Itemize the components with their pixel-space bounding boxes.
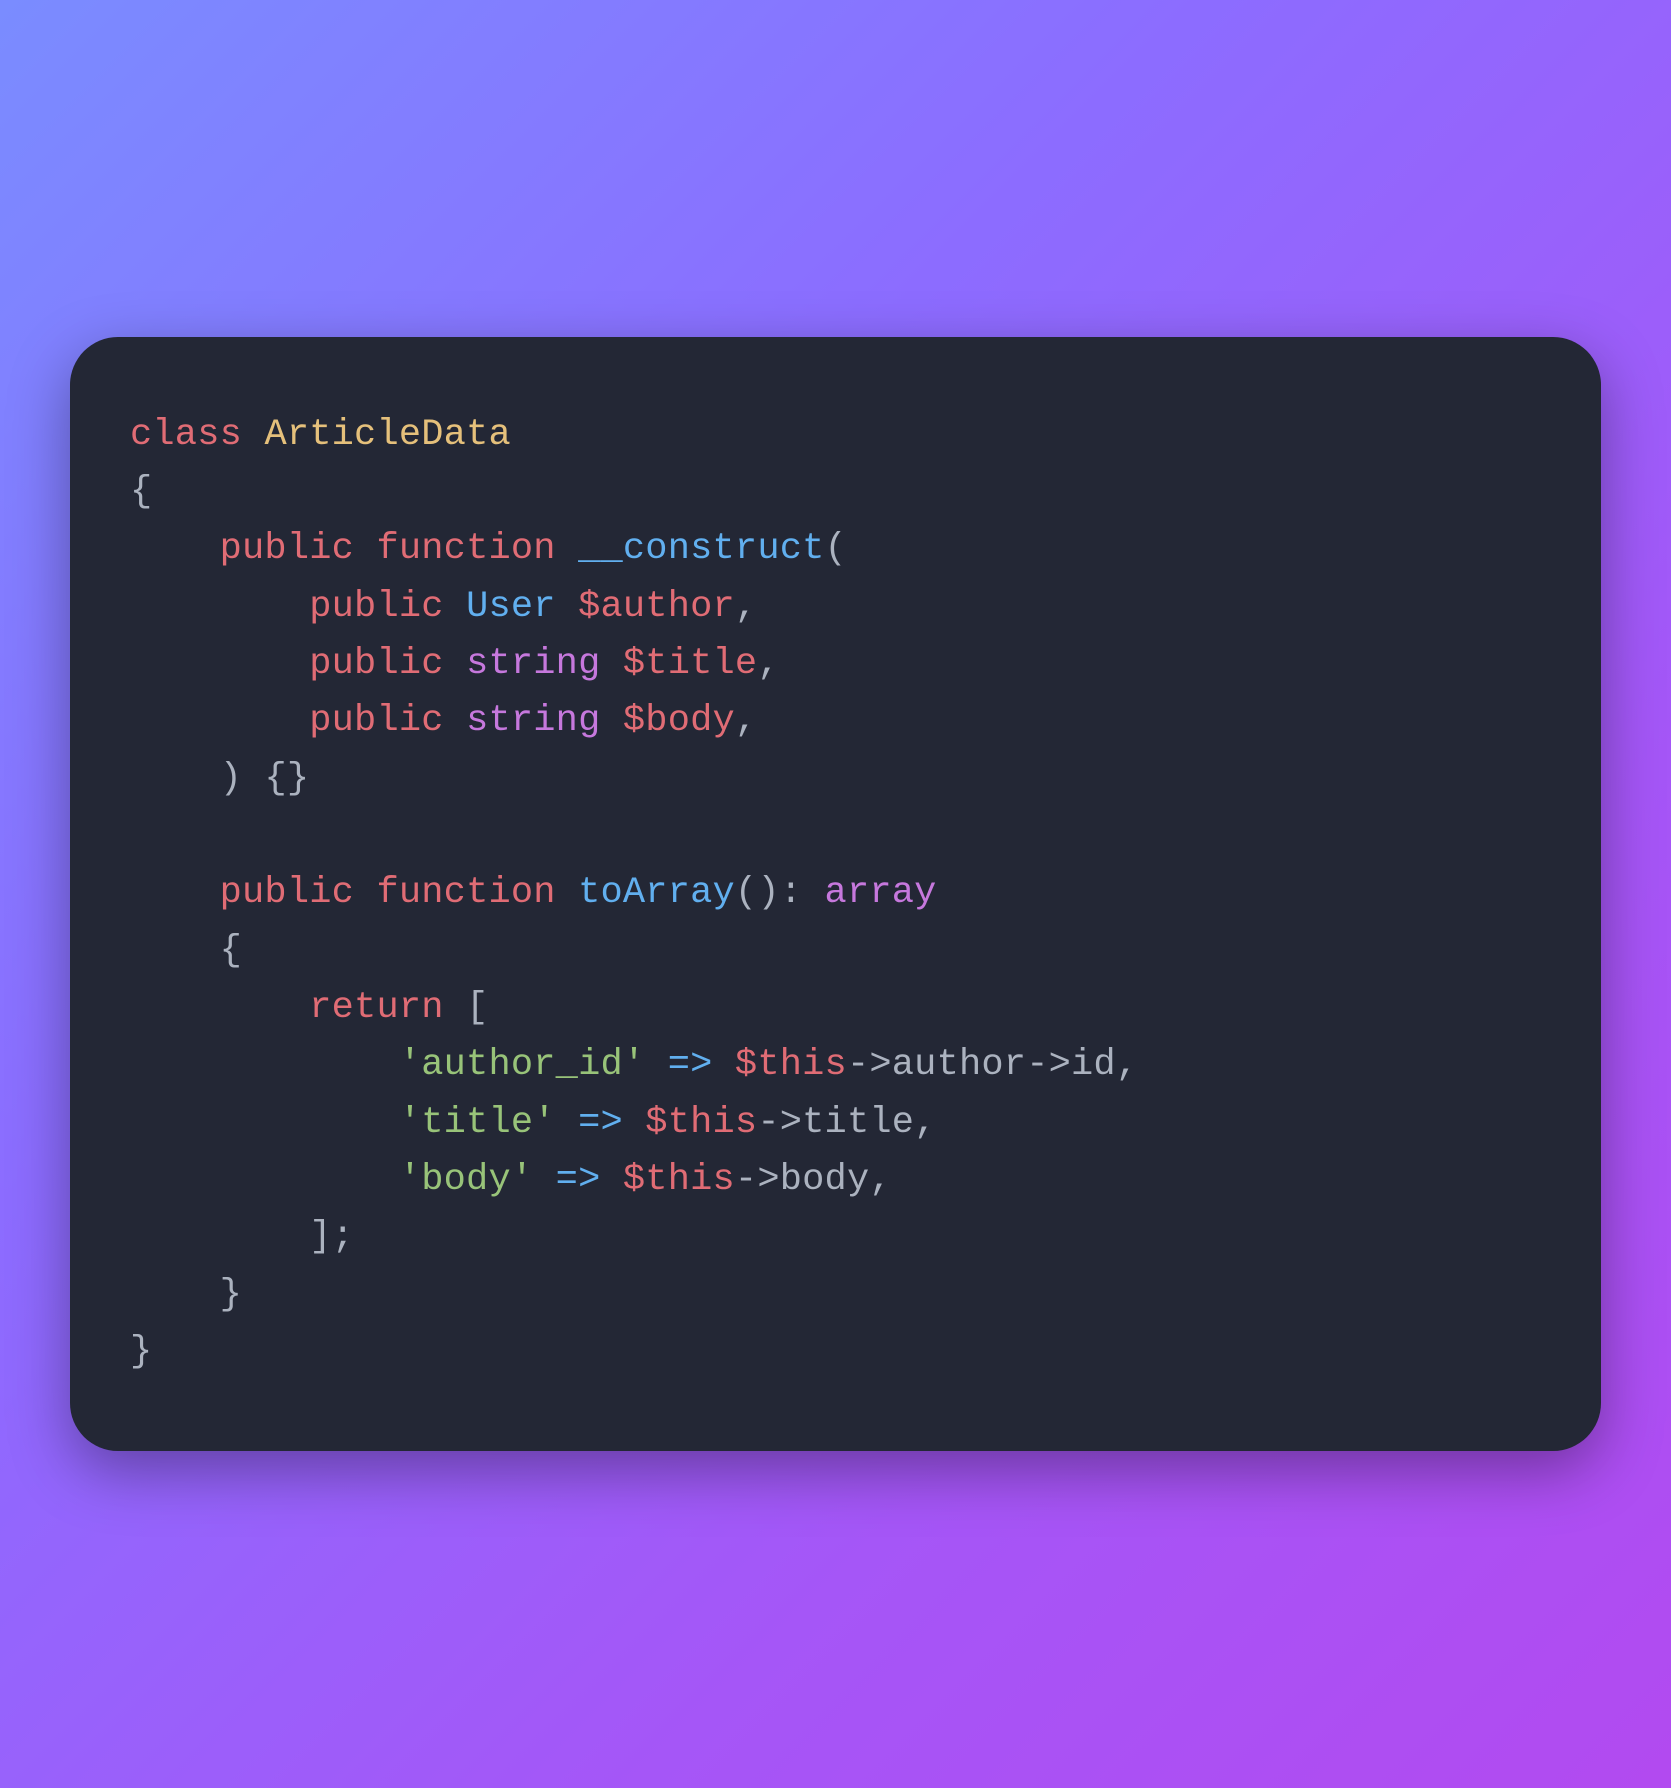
thin-arrow: ->: [847, 1044, 892, 1086]
type-user: User: [466, 586, 556, 628]
var-author: $author: [578, 586, 735, 628]
class-name: ArticleData: [264, 414, 510, 456]
keyword-return: return: [309, 987, 443, 1029]
type-string: string: [466, 700, 600, 742]
bracket-open: [: [466, 987, 488, 1029]
thin-arrow: ->: [757, 1102, 802, 1144]
function-name-construct: __construct: [578, 528, 824, 570]
prop-id: id: [1071, 1044, 1116, 1086]
comma: ,: [869, 1159, 891, 1201]
var-title: $title: [623, 643, 757, 685]
code-block: class ArticleData { public function __co…: [130, 407, 1541, 1382]
comma: ,: [914, 1102, 936, 1144]
string-title: 'title': [399, 1102, 556, 1144]
keyword-public: public: [309, 586, 443, 628]
semicolon: ;: [332, 1216, 354, 1258]
bracket-close: ]: [309, 1216, 331, 1258]
thin-arrow: ->: [1026, 1044, 1071, 1086]
comma: ,: [1116, 1044, 1138, 1086]
fat-arrow: =>: [578, 1102, 623, 1144]
paren-close: ): [220, 758, 242, 800]
prop-title: title: [802, 1102, 914, 1144]
var-this: $this: [645, 1102, 757, 1144]
comma: ,: [735, 586, 757, 628]
fat-arrow: =>: [668, 1044, 713, 1086]
keyword-public: public: [220, 528, 354, 570]
fat-arrow: =>: [556, 1159, 601, 1201]
comma: ,: [735, 700, 757, 742]
brace-open: {: [130, 471, 152, 513]
keyword-class: class: [130, 414, 242, 456]
string-author-id: 'author_id': [399, 1044, 645, 1086]
code-card: class ArticleData { public function __co…: [70, 337, 1601, 1452]
function-name-toarray: toArray: [578, 872, 735, 914]
prop-author: author: [892, 1044, 1026, 1086]
var-this: $this: [623, 1159, 735, 1201]
keyword-public: public: [220, 872, 354, 914]
type-string: string: [466, 643, 600, 685]
return-type-array: array: [825, 872, 937, 914]
keyword-function: function: [376, 528, 555, 570]
comma: ,: [757, 643, 779, 685]
brace-close: }: [130, 1331, 152, 1373]
string-body: 'body': [399, 1159, 533, 1201]
thin-arrow: ->: [735, 1159, 780, 1201]
brace-open: {: [220, 930, 242, 972]
parens-empty: (): [735, 872, 780, 914]
keyword-public: public: [309, 700, 443, 742]
keyword-public: public: [309, 643, 443, 685]
colon: :: [780, 872, 802, 914]
prop-body: body: [780, 1159, 870, 1201]
empty-braces: {}: [264, 758, 309, 800]
keyword-function: function: [376, 872, 555, 914]
var-body: $body: [623, 700, 735, 742]
var-this: $this: [735, 1044, 847, 1086]
paren-open: (: [825, 528, 847, 570]
brace-close: }: [220, 1274, 242, 1316]
